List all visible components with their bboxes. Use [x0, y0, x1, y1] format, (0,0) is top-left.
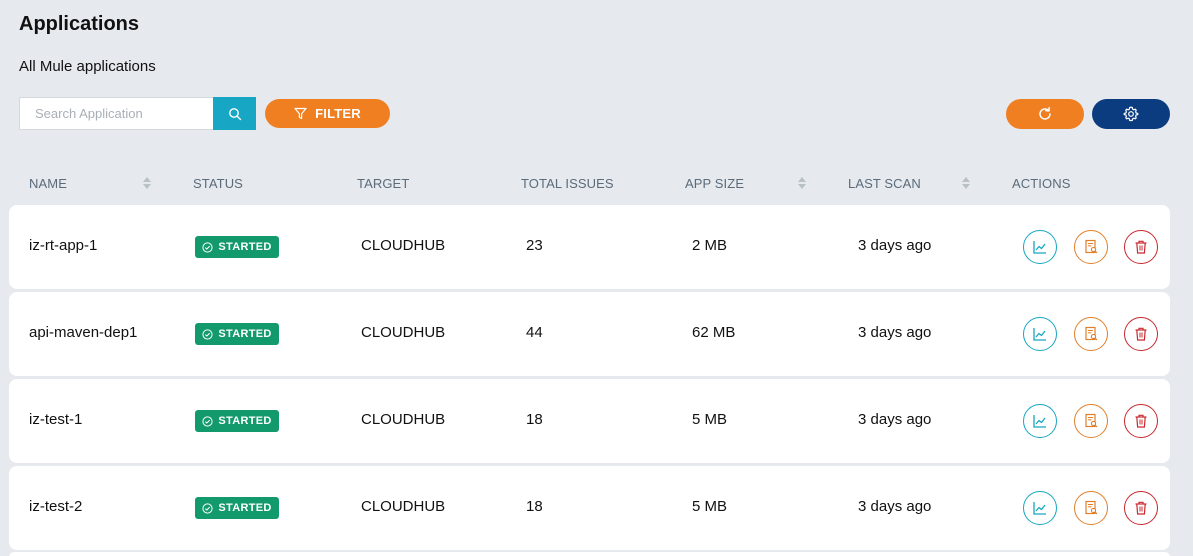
gear-icon: [1123, 106, 1139, 122]
view-chart-button[interactable]: [1023, 230, 1057, 264]
status-badge: STARTED: [195, 236, 279, 258]
app-last-scan: 3 days ago: [858, 411, 932, 428]
app-total-issues: 23: [526, 237, 543, 254]
search-input[interactable]: [19, 97, 213, 130]
check-circle-icon: [202, 415, 213, 427]
app-target: CLOUDHUB: [361, 498, 446, 515]
view-report-button[interactable]: [1074, 491, 1108, 525]
app-size: 5 MB: [692, 498, 728, 515]
app-target: CLOUDHUB: [361, 411, 446, 428]
column-header-total-issues: TOTAL ISSUES: [521, 176, 614, 191]
chart-icon: [1033, 241, 1046, 254]
page-title: Applications: [19, 13, 140, 35]
delete-button[interactable]: [1124, 317, 1158, 351]
filter-button-label: FILTER: [315, 106, 361, 121]
table-row[interactable]: iz-rt-app-1 STARTED CLOUDHUB 23 2 MB 3 d…: [9, 205, 1170, 289]
trash-icon: [1135, 501, 1147, 515]
status-badge: STARTED: [195, 410, 279, 432]
app-name[interactable]: api-maven-dep1: [29, 324, 137, 341]
app-size: 62 MB: [692, 324, 736, 341]
column-header-actions: ACTIONS: [1012, 176, 1071, 191]
app-name[interactable]: iz-rt-app-1: [29, 237, 97, 254]
view-chart-button[interactable]: [1023, 404, 1057, 438]
view-report-button[interactable]: [1074, 230, 1108, 264]
trash-icon: [1135, 327, 1147, 341]
column-header-last-scan[interactable]: LAST SCAN: [848, 176, 921, 191]
check-circle-icon: [202, 241, 213, 253]
table-row-partial: [9, 552, 1170, 556]
report-search-icon: [1085, 500, 1098, 515]
app-name[interactable]: iz-test-1: [29, 411, 82, 428]
chart-icon: [1033, 502, 1046, 515]
view-report-button[interactable]: [1074, 317, 1108, 351]
chart-icon: [1033, 328, 1046, 341]
column-header-app-size[interactable]: APP SIZE: [685, 176, 744, 191]
app-size: 5 MB: [692, 411, 728, 428]
app-last-scan: 3 days ago: [858, 498, 932, 515]
search-icon: [228, 107, 241, 120]
sort-icon[interactable]: [961, 175, 971, 196]
app-total-issues: 44: [526, 324, 543, 341]
sort-icon[interactable]: [142, 175, 152, 196]
status-badge: STARTED: [195, 497, 279, 519]
view-chart-button[interactable]: [1023, 491, 1057, 525]
report-search-icon: [1085, 413, 1098, 428]
status-badge-label: STARTED: [218, 241, 272, 253]
table-row[interactable]: iz-test-2 STARTED CLOUDHUB 18 5 MB 3 day…: [9, 466, 1170, 550]
table-row[interactable]: iz-test-1 STARTED CLOUDHUB 18 5 MB 3 day…: [9, 379, 1170, 463]
filter-icon: [294, 107, 307, 120]
refresh-icon: [1039, 106, 1051, 120]
status-badge-label: STARTED: [218, 502, 272, 514]
app-name[interactable]: iz-test-2: [29, 498, 82, 515]
app-last-scan: 3 days ago: [858, 237, 932, 254]
view-report-button[interactable]: [1074, 404, 1108, 438]
column-header-target: TARGET: [357, 176, 410, 191]
refresh-button[interactable]: [1006, 99, 1084, 129]
app-last-scan: 3 days ago: [858, 324, 932, 341]
sort-icon[interactable]: [797, 175, 807, 196]
search-bar: [19, 97, 256, 130]
filter-button[interactable]: FILTER: [265, 99, 390, 128]
column-header-name[interactable]: NAME: [29, 176, 67, 191]
status-badge-label: STARTED: [218, 328, 272, 340]
chart-icon: [1033, 415, 1046, 428]
delete-button[interactable]: [1124, 230, 1158, 264]
app-total-issues: 18: [526, 411, 543, 428]
trash-icon: [1135, 414, 1147, 428]
settings-button[interactable]: [1092, 99, 1170, 129]
page-subtitle: All Mule applications: [19, 58, 156, 75]
delete-button[interactable]: [1124, 404, 1158, 438]
check-circle-icon: [202, 328, 213, 340]
table-row[interactable]: api-maven-dep1 STARTED CLOUDHUB 44 62 MB…: [9, 292, 1170, 376]
applications-page: Applications All Mule applications FILTE…: [0, 0, 1193, 556]
app-size: 2 MB: [692, 237, 728, 254]
column-header-status: STATUS: [193, 176, 243, 191]
table-header: NAME STATUS TARGET TOTAL ISSUES APP SIZE…: [0, 173, 1193, 195]
app-total-issues: 18: [526, 498, 543, 515]
report-search-icon: [1085, 239, 1098, 254]
trash-icon: [1135, 240, 1147, 254]
delete-button[interactable]: [1124, 491, 1158, 525]
status-badge: STARTED: [195, 323, 279, 345]
status-badge-label: STARTED: [218, 415, 272, 427]
app-target: CLOUDHUB: [361, 237, 446, 254]
check-circle-icon: [202, 502, 213, 514]
search-button[interactable]: [213, 97, 256, 130]
view-chart-button[interactable]: [1023, 317, 1057, 351]
app-target: CLOUDHUB: [361, 324, 446, 341]
report-search-icon: [1085, 326, 1098, 341]
